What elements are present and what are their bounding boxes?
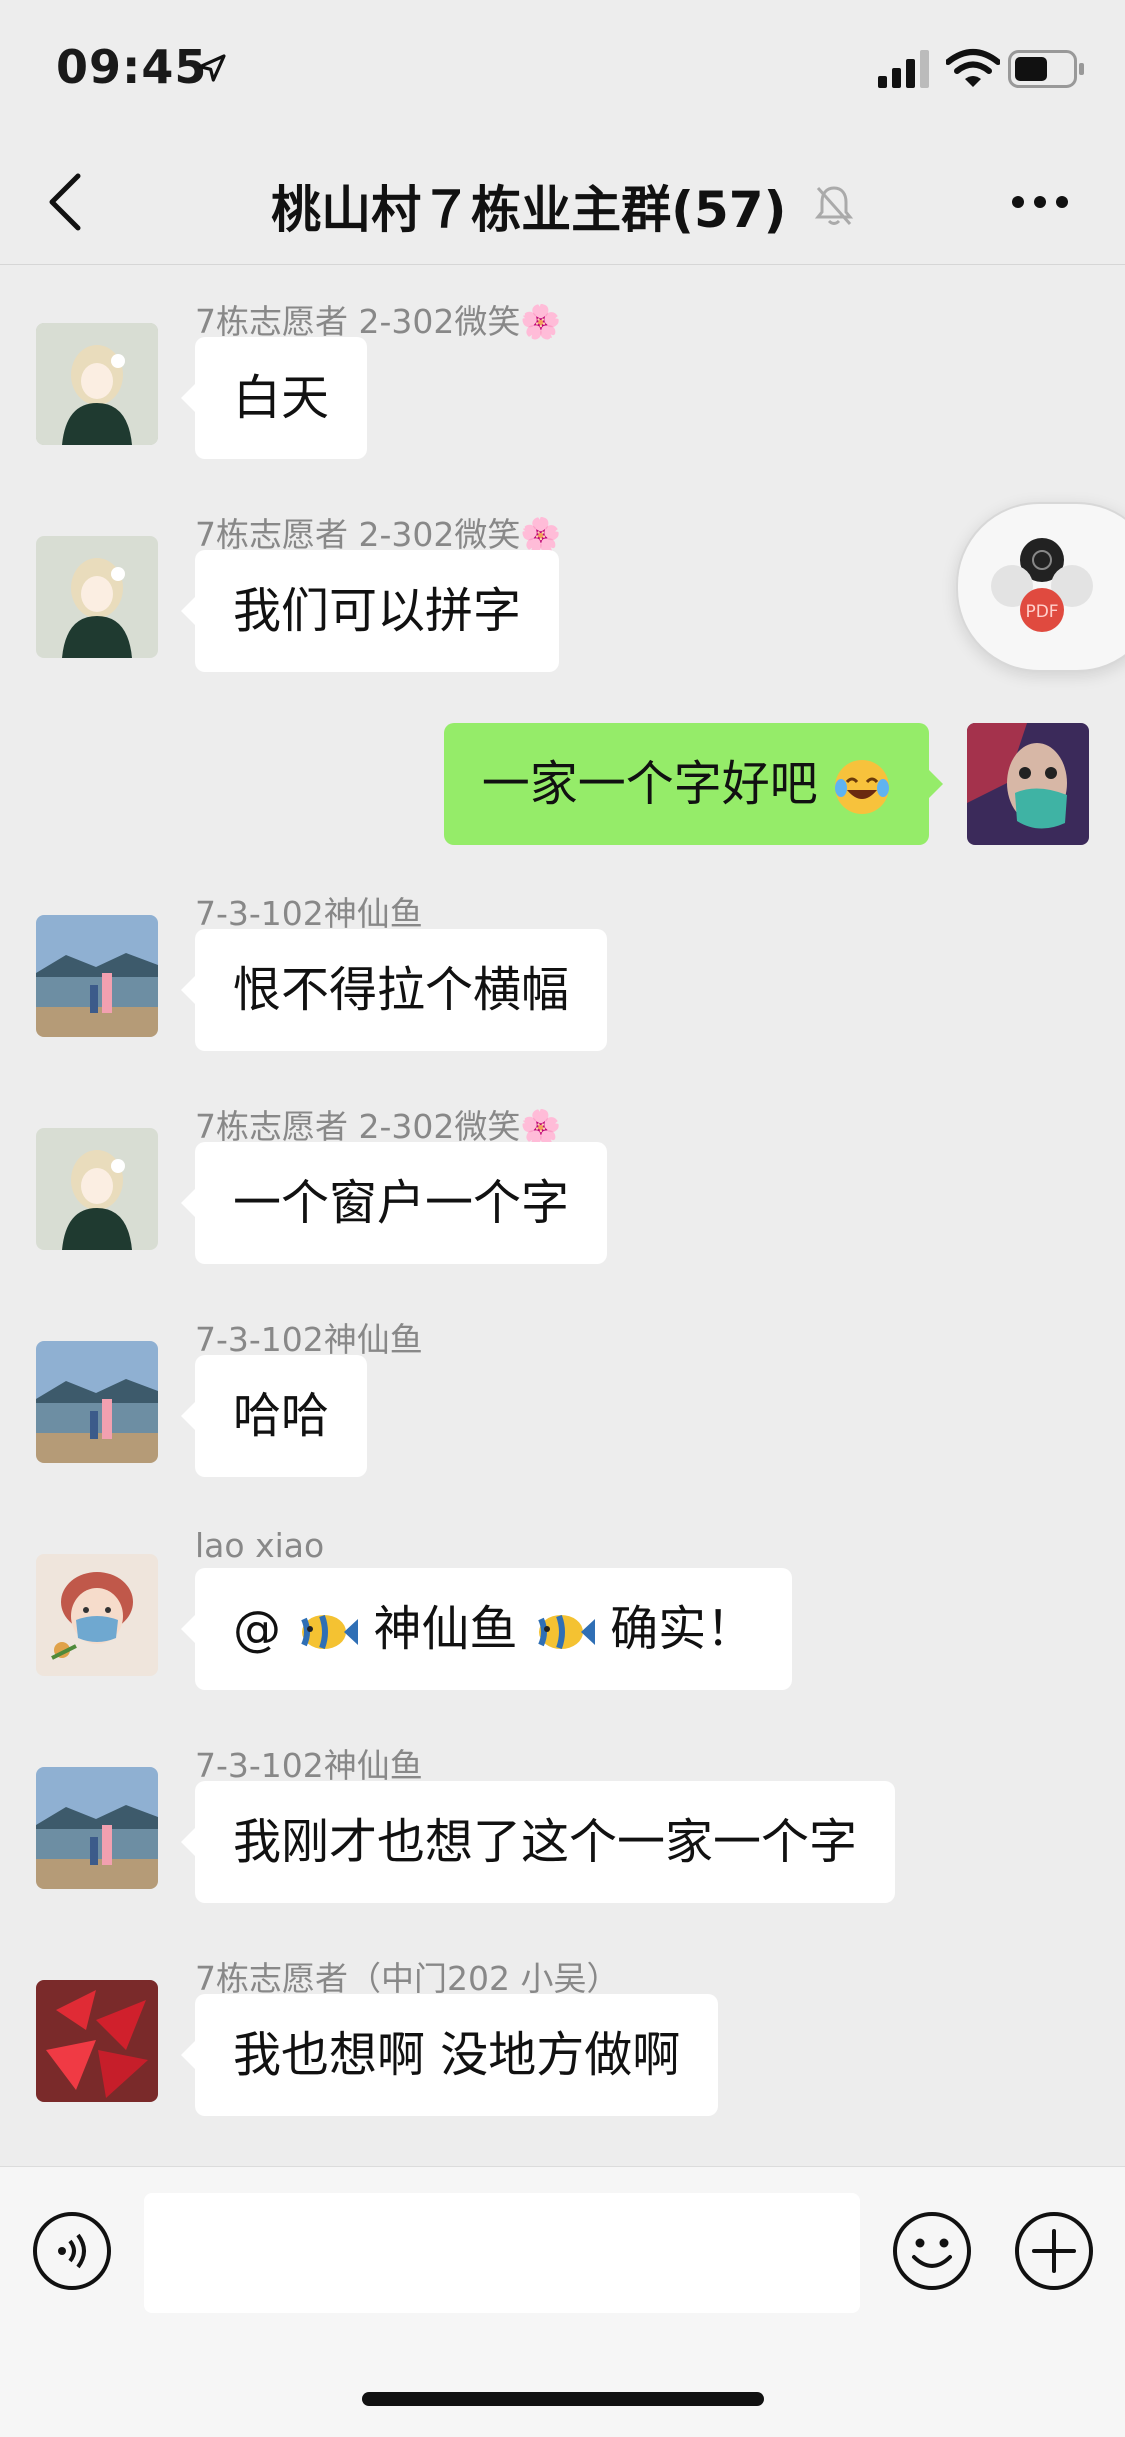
status-time: 09:45: [56, 40, 208, 94]
message-text: 一家一个字好吧: [481, 756, 818, 812]
avatar[interactable]: [36, 915, 158, 1037]
mute-bell-icon: [814, 186, 853, 225]
sender-name: 7-3-102神仙鱼: [195, 1746, 423, 1785]
voice-icon[interactable]: [32, 2211, 112, 2291]
message-list[interactable]: 7栋志愿者 2-302微笑🌸 白天 7栋志愿者 2-302微笑🌸 我们可以拼字: [0, 265, 1125, 2165]
avatar[interactable]: [36, 1128, 158, 1250]
avatar[interactable]: [36, 1554, 158, 1676]
sender-name: 7-3-102神仙鱼: [195, 1320, 423, 1359]
mention-at: @: [233, 1601, 281, 1657]
message-bubble[interactable]: 我刚才也想了这个一家一个字: [180, 1781, 896, 1903]
sender-name: 7栋志愿者 2-302微笑🌸: [195, 1107, 562, 1146]
sender-name: 7栋志愿者（中门202 小吴）: [195, 1959, 620, 1998]
home-indicator[interactable]: [362, 2392, 764, 2406]
avatar[interactable]: [36, 1341, 158, 1463]
avatar[interactable]: [967, 723, 1089, 845]
message-bubble[interactable]: 我也想啊 没地方做啊: [180, 1994, 719, 2116]
pdf-label: PDF: [1025, 602, 1058, 622]
message-bubble[interactable]: 我们可以拼字: [180, 550, 560, 672]
location-arrow-icon: [198, 54, 226, 82]
cellular-signal-icon: [878, 50, 929, 88]
tropical-fish-icon: [538, 1614, 595, 1650]
mention-name: 神仙鱼: [373, 1601, 518, 1657]
tropical-fish-icon: [301, 1614, 359, 1650]
more-dots-icon[interactable]: [1010, 190, 1070, 214]
plus-icon[interactable]: [1014, 2211, 1094, 2291]
message-text: 确实！: [610, 1601, 755, 1657]
battery-icon: [1008, 50, 1084, 88]
avatar[interactable]: [36, 323, 158, 445]
chat-header: 桃山村７栋业主群(57): [0, 140, 1125, 265]
avatar[interactable]: [36, 1980, 158, 2102]
message-bubble-self[interactable]: 一家一个字好吧: [443, 723, 944, 845]
wifi-icon: [946, 49, 1000, 87]
chat-title: 桃山村７栋业主群(57): [0, 170, 1125, 242]
message-bubble[interactable]: 一个窗户一个字: [180, 1142, 608, 1264]
avatar[interactable]: [36, 1767, 158, 1889]
sender-name: lao xiao: [195, 1526, 325, 1565]
message-bubble[interactable]: 哈哈: [180, 1355, 368, 1477]
message-bubble[interactable]: 白天: [180, 337, 368, 459]
message-bubble[interactable]: @ 神仙鱼 确实！: [180, 1568, 793, 1690]
emoji-icon[interactable]: [892, 2211, 972, 2291]
laughing-crying-emoji-icon: [835, 760, 889, 814]
message-input[interactable]: [144, 2193, 860, 2313]
status-bar: 09:45: [0, 0, 1125, 140]
sender-name: 7栋志愿者 2-302微笑🌸: [195, 515, 562, 554]
message-bubble[interactable]: 恨不得拉个横幅: [180, 929, 608, 1051]
chat-title-text: 桃山村７栋业主群(57): [271, 181, 787, 239]
sender-name: 7-3-102神仙鱼: [195, 894, 423, 933]
floating-pdf-widget[interactable]: PDF: [956, 502, 1125, 672]
avatar[interactable]: [36, 536, 158, 658]
sender-name: 7栋志愿者 2-302微笑🌸: [195, 302, 562, 341]
